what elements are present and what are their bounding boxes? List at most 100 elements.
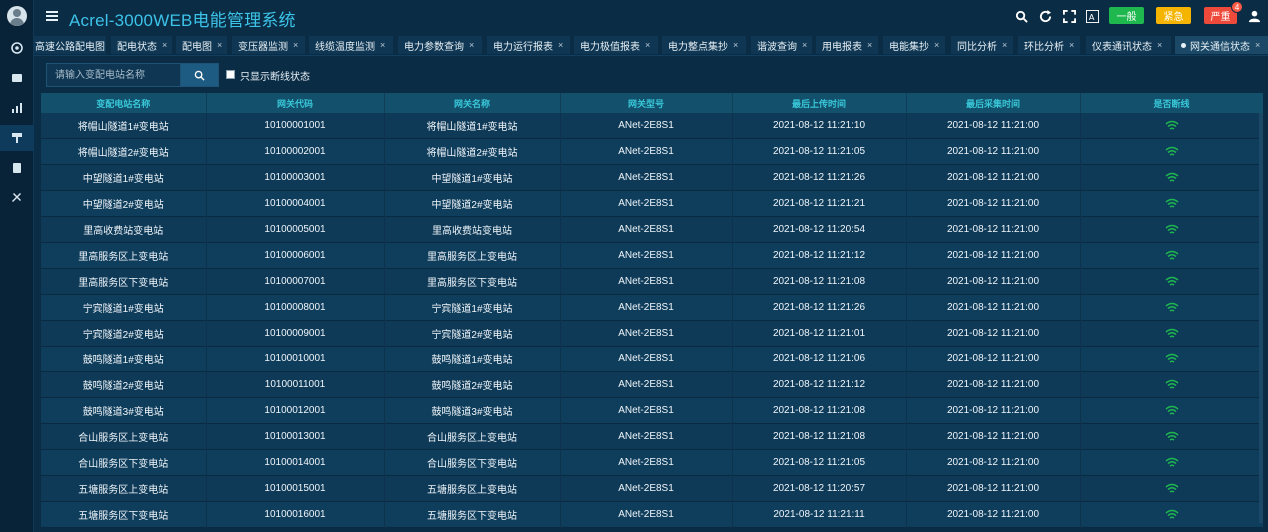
table-cell: ANet-2E8S1 — [560, 449, 733, 476]
fullscreen-icon[interactable] — [1062, 9, 1076, 23]
search-icon[interactable] — [1014, 9, 1028, 23]
user-avatar[interactable] — [7, 6, 27, 26]
table-cell: ANet-2E8S1 — [560, 501, 733, 528]
table-row[interactable]: 宁宾隧道2#变电站 10100009001 宁宾隧道2#变电站 ANet-2E8S1 2… — [41, 320, 1263, 347]
bar-chart-icon[interactable] — [0, 95, 34, 121]
column-header[interactable]: 变配电站名称 — [41, 93, 207, 113]
table-row[interactable]: 将帽山隧道1#变电站 10100001001 将帽山隧道1#变电站 ANet-2E8S… — [41, 113, 1263, 139]
tab-distribution-diagram[interactable]: 配电图 × — [176, 36, 227, 54]
tab-harmonic-query[interactable]: 谐波查询 × — [751, 36, 812, 54]
table-cell: 将帽山隧道1#变电站 — [41, 113, 207, 139]
table-cell: 10100001001 — [206, 113, 385, 139]
table-cell: 2021-08-12 11:21:12 — [732, 371, 907, 398]
tab-highway-diagram[interactable]: 高速公路配电图 — [34, 36, 106, 54]
table-cell: 10100012001 — [206, 397, 385, 424]
table-row[interactable]: 合山服务区上变电站 10100013001 合山服务区上变电站 ANet-2E8S1 2… — [41, 423, 1263, 450]
table-row[interactable]: 五塘服务区下变电站 10100016001 五塘服务区下变电站 ANet-2E8S1 2… — [41, 501, 1263, 528]
table-scrollbar[interactable] — [1259, 113, 1263, 523]
alarm-severe-count: 4 — [1231, 1, 1243, 13]
tab-power-extreme-report[interactable]: 电力极值报表 × — [574, 36, 658, 54]
font-size-icon[interactable]: A — [1085, 9, 1099, 23]
close-icon[interactable]: × — [469, 40, 474, 50]
close-icon[interactable]: × — [558, 40, 563, 50]
tab-hourly-reading[interactable]: 电力整点集抄 × — [662, 36, 746, 54]
tab-distribution-status[interactable]: 配电状态 × — [111, 36, 172, 54]
alarm-severe-button[interactable]: 严重 4 — [1204, 1, 1243, 24]
table-row[interactable]: 鼓鸣隧道1#变电站 10100010001 鼓鸣隧道1#变电站 ANet-2E8S1 2… — [41, 346, 1263, 372]
table-cell: 2021-08-12 11:21:00 — [906, 268, 1081, 295]
table-row[interactable]: 宁宾隧道1#变电站 10100008001 宁宾隧道1#变电站 ANet-2E8S1 2… — [41, 294, 1263, 321]
table-cell: 2021-08-12 11:21:00 — [906, 501, 1081, 528]
connection-status-icon — [1080, 346, 1263, 372]
close-icon[interactable]: × — [1255, 40, 1260, 50]
close-icon[interactable]: × — [802, 40, 807, 50]
document-icon[interactable] — [0, 155, 34, 181]
table-cell: 2021-08-12 11:21:06 — [732, 346, 907, 372]
column-header[interactable]: 网关名称 — [384, 93, 561, 113]
table-row[interactable]: 鼓鸣隧道3#变电站 10100012001 鼓鸣隧道3#变电站 ANet-2E8S1 2… — [41, 397, 1263, 424]
tab-meter-comm-status[interactable]: 仪表通讯状态 × — [1086, 36, 1171, 54]
table-row[interactable]: 五塘服务区上变电站 10100015001 五塘服务区上变电站 ANet-2E8S1 2… — [41, 475, 1263, 502]
table-cell: 2021-08-12 11:21:00 — [906, 164, 1081, 191]
tower-icon[interactable] — [0, 125, 34, 151]
close-icon[interactable]: × — [293, 40, 298, 50]
close-icon[interactable]: × — [733, 40, 738, 50]
table-cell: ANet-2E8S1 — [560, 371, 733, 398]
table-row[interactable]: 里高服务区上变电站 10100006001 里高服务区上变电站 ANet-2E8S1 2… — [41, 242, 1263, 269]
close-icon[interactable]: × — [1069, 40, 1074, 50]
offline-only-checkbox[interactable] — [226, 70, 235, 79]
menu-toggle-icon[interactable] — [46, 11, 58, 21]
table-cell: 2021-08-12 11:21:00 — [906, 113, 1081, 139]
tab-transformer-monitor[interactable]: 变压器监测 × — [232, 36, 305, 54]
table-row[interactable]: 里高收费站变电站 10100005001 里高收费站变电站 ANet-2E8S1 202… — [41, 216, 1263, 243]
search-button[interactable] — [180, 63, 219, 87]
connection-status-icon — [1080, 475, 1263, 502]
table-row[interactable]: 中望隧道1#变电站 10100003001 中望隧道1#变电站 ANet-2E8S1 2… — [41, 164, 1263, 191]
column-header[interactable]: 网关型号 — [560, 93, 733, 113]
tools-icon[interactable] — [0, 184, 34, 210]
station-search-input[interactable] — [46, 63, 180, 87]
connection-status-icon — [1080, 371, 1263, 398]
alarm-general-button[interactable]: 一般 — [1109, 7, 1144, 24]
table-row[interactable]: 鼓鸣隧道2#变电站 10100011001 鼓鸣隧道2#变电站 ANet-2E8S1 2… — [41, 371, 1263, 398]
column-header[interactable]: 最后采集时间 — [906, 93, 1081, 113]
folder-icon[interactable] — [0, 65, 34, 91]
tab-cable-temperature[interactable]: 线缆温度监测 × — [309, 36, 393, 54]
table-cell: 里高服务区下变电站 — [384, 268, 561, 295]
table-cell: ANet-2E8S1 — [560, 397, 733, 424]
column-header[interactable]: 网关代码 — [206, 93, 385, 113]
close-icon[interactable]: × — [217, 40, 222, 50]
table-row[interactable]: 将帽山隧道2#变电站 10100002001 将帽山隧道2#变电站 ANet-2E8S… — [41, 138, 1263, 165]
table-cell: 2021-08-12 11:21:00 — [906, 190, 1081, 217]
refresh-icon[interactable] — [1038, 9, 1052, 23]
close-icon[interactable]: × — [162, 40, 167, 50]
table-cell: 合山服务区下变电站 — [41, 449, 207, 476]
table-cell: ANet-2E8S1 — [560, 242, 733, 269]
close-icon[interactable]: × — [867, 40, 872, 50]
alarm-urgent-button[interactable]: 紧急 — [1156, 7, 1191, 24]
tab-power-parameters[interactable]: 电力参数查询 × — [398, 36, 482, 54]
table-cell: 2021-08-12 11:21:26 — [732, 164, 907, 191]
table-cell: 2021-08-12 11:21:01 — [732, 320, 907, 347]
column-header[interactable]: 最后上传时间 — [732, 93, 907, 113]
table-row[interactable]: 里高服务区下变电站 10100007001 里高服务区下变电站 ANet-2E8S1 2… — [41, 268, 1263, 295]
tab-yoy-analysis[interactable]: 同比分析 × — [951, 36, 1013, 54]
column-header[interactable]: 是否断线 — [1080, 93, 1263, 113]
close-icon[interactable]: × — [645, 40, 650, 50]
table-cell: 2021-08-12 11:21:12 — [732, 242, 907, 269]
close-icon[interactable]: × — [1157, 40, 1162, 50]
tab-mom-analysis[interactable]: 环比分析 × — [1018, 36, 1080, 54]
dashboard-icon[interactable] — [0, 35, 34, 61]
tab-gateway-comm-status[interactable]: 网关通信状态 × — [1175, 36, 1268, 54]
user-icon[interactable] — [1247, 9, 1261, 23]
close-icon[interactable]: × — [934, 40, 939, 50]
table-row[interactable]: 合山服务区下变电站 10100014001 合山服务区下变电站 ANet-2E8S1 2… — [41, 449, 1263, 476]
connection-status-icon — [1080, 113, 1263, 139]
tab-energy-reading[interactable]: 电能集抄 × — [883, 36, 945, 54]
table-row[interactable]: 中望隧道2#变电站 10100004001 中望隧道2#变电站 ANet-2E8S1 2… — [41, 190, 1263, 217]
tab-consumption-report[interactable]: 用电报表 × — [816, 36, 878, 54]
close-icon[interactable]: × — [380, 40, 385, 50]
table-cell: 10100003001 — [206, 164, 385, 191]
tab-power-operation-report[interactable]: 电力运行报表 × — [487, 36, 570, 54]
close-icon[interactable]: × — [1002, 40, 1007, 50]
